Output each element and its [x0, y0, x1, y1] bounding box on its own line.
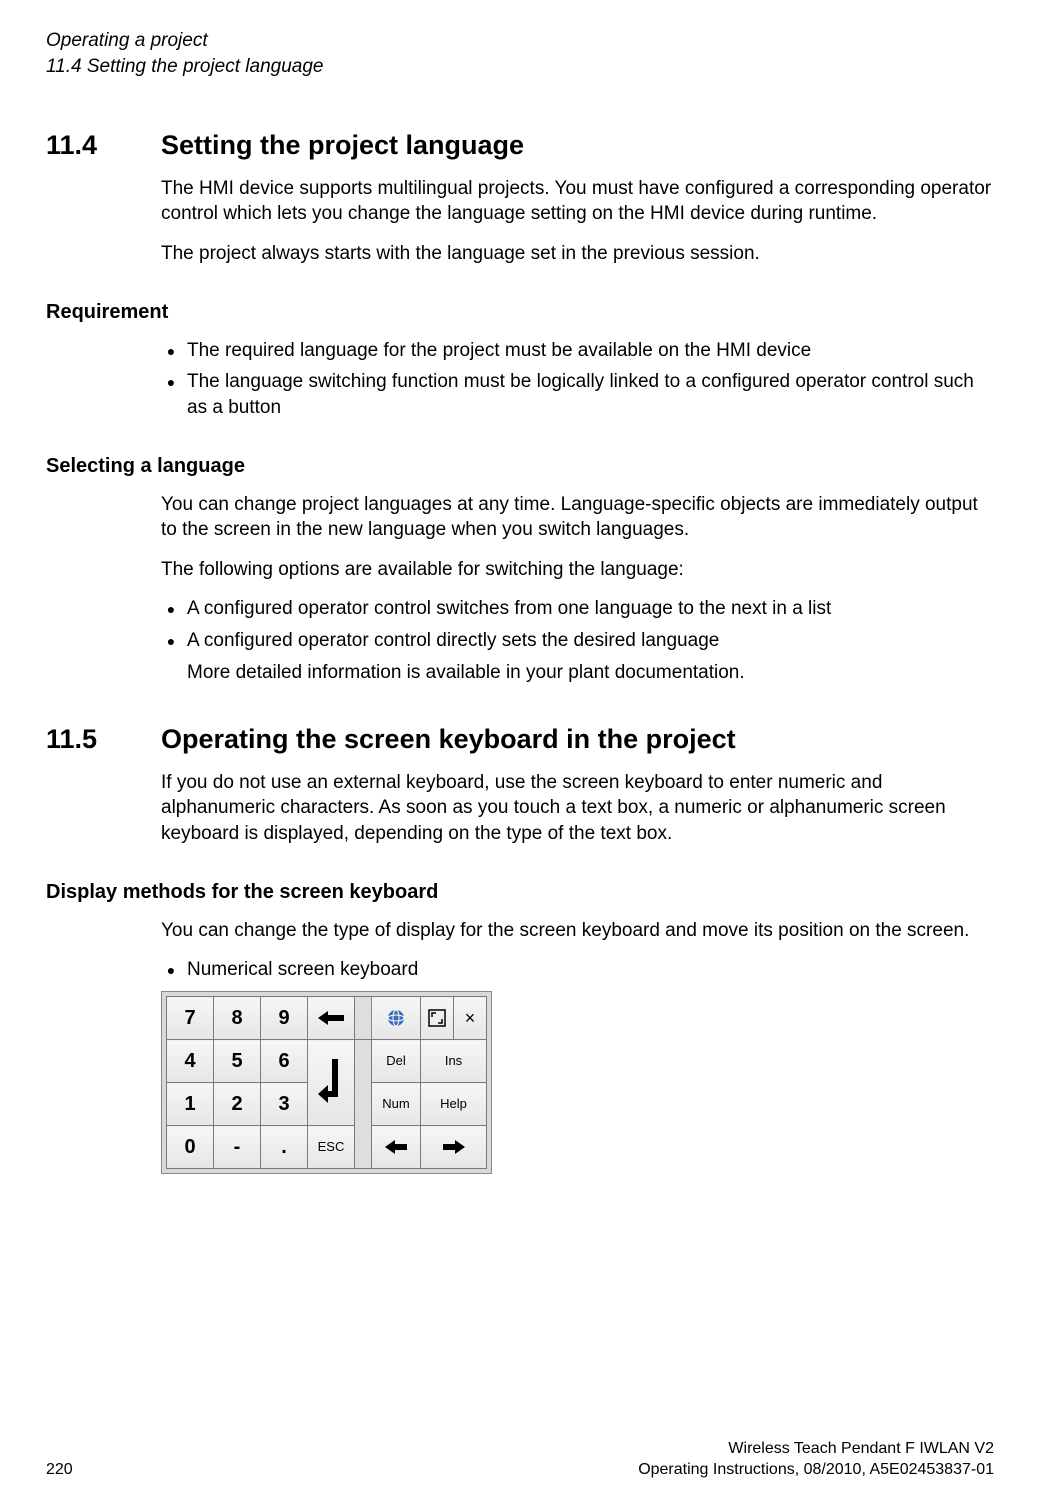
display-methods-p: You can change the type of display for t… — [161, 918, 992, 944]
key-1[interactable]: 1 — [167, 1083, 214, 1126]
section-title: Setting the project language — [161, 130, 524, 160]
key-8[interactable]: 8 — [214, 997, 261, 1040]
key-0[interactable]: 0 — [167, 1126, 214, 1169]
key-help[interactable]: Help — [421, 1083, 487, 1126]
arrow-left-icon — [385, 1140, 407, 1154]
key-backspace[interactable] — [308, 997, 355, 1040]
selecting-language-list: A configured operator control switches f… — [161, 596, 992, 653]
key-ins[interactable]: Ins — [421, 1040, 487, 1083]
footer-doc-id: Operating Instructions, 08/2010, A5E0245… — [638, 1459, 994, 1481]
running-subtitle: 11.4 Setting the project language — [46, 54, 994, 80]
numeric-screen-keyboard: 7 8 9 × 4 5 — [161, 991, 492, 1174]
section-title: Operating the screen keyboard in the pro… — [161, 724, 736, 754]
page-number: 220 — [46, 1459, 73, 1481]
section-11-5-intro: If you do not use an external keyboard, … — [161, 770, 992, 847]
enter-icon — [318, 1053, 344, 1113]
selecting-language-heading: Selecting a language — [46, 453, 994, 480]
key-num[interactable]: Num — [372, 1083, 421, 1126]
footer-product: Wireless Teach Pendant F IWLAN V2 — [638, 1438, 994, 1460]
key-esc[interactable]: ESC — [308, 1126, 355, 1169]
list-item: A configured operator control directly s… — [183, 628, 992, 654]
key-4[interactable]: 4 — [167, 1040, 214, 1083]
section-11-5-heading: 11.5Operating the screen keyboard in the… — [46, 721, 994, 757]
key-left[interactable] — [372, 1126, 421, 1169]
key-enter[interactable] — [308, 1040, 355, 1126]
list-item: A configured operator control switches f… — [183, 596, 992, 622]
key-3[interactable]: 3 — [261, 1083, 308, 1126]
list-item: Numerical screen keyboard — [183, 957, 992, 983]
keyboard-divider — [355, 997, 372, 1040]
key-2[interactable]: 2 — [214, 1083, 261, 1126]
key-5[interactable]: 5 — [214, 1040, 261, 1083]
section-number: 11.5 — [46, 721, 161, 757]
running-header: Operating a project 11.4 Setting the pro… — [46, 28, 994, 79]
arrow-right-icon — [443, 1140, 465, 1154]
key-dot[interactable]: . — [261, 1126, 308, 1169]
key-minus[interactable]: - — [214, 1126, 261, 1169]
selecting-language-p1: You can change project languages at any … — [161, 492, 992, 543]
section-11-4-heading: 11.4Setting the project language — [46, 127, 994, 163]
key-language[interactable] — [372, 997, 421, 1040]
globe-icon — [386, 1008, 406, 1028]
key-9[interactable]: 9 — [261, 997, 308, 1040]
key-fullscreen[interactable] — [421, 997, 454, 1040]
requirement-list: The required language for the project mu… — [161, 338, 992, 421]
list-item: The language switching function must be … — [183, 369, 992, 420]
running-title: Operating a project — [46, 28, 994, 54]
page-footer: 220 Wireless Teach Pendant F IWLAN V2 Op… — [0, 1438, 1040, 1481]
arrow-left-icon — [318, 1011, 344, 1025]
list-item: The required language for the project mu… — [183, 338, 992, 364]
expand-icon — [428, 1009, 446, 1027]
key-right[interactable] — [421, 1126, 487, 1169]
selecting-language-note: More detailed information is available i… — [187, 660, 992, 686]
requirement-heading: Requirement — [46, 299, 994, 326]
display-methods-heading: Display methods for the screen keyboard — [46, 879, 994, 906]
section-11-4-intro-1: The HMI device supports multilingual pro… — [161, 176, 992, 227]
section-11-4-intro-2: The project always starts with the langu… — [161, 241, 992, 267]
key-6[interactable]: 6 — [261, 1040, 308, 1083]
selecting-language-p2: The following options are available for … — [161, 557, 992, 583]
keyboard-divider — [355, 1040, 372, 1169]
key-7[interactable]: 7 — [167, 997, 214, 1040]
key-del[interactable]: Del — [372, 1040, 421, 1083]
display-methods-list: Numerical screen keyboard — [161, 957, 992, 983]
section-number: 11.4 — [46, 127, 161, 163]
key-close[interactable]: × — [454, 997, 487, 1040]
